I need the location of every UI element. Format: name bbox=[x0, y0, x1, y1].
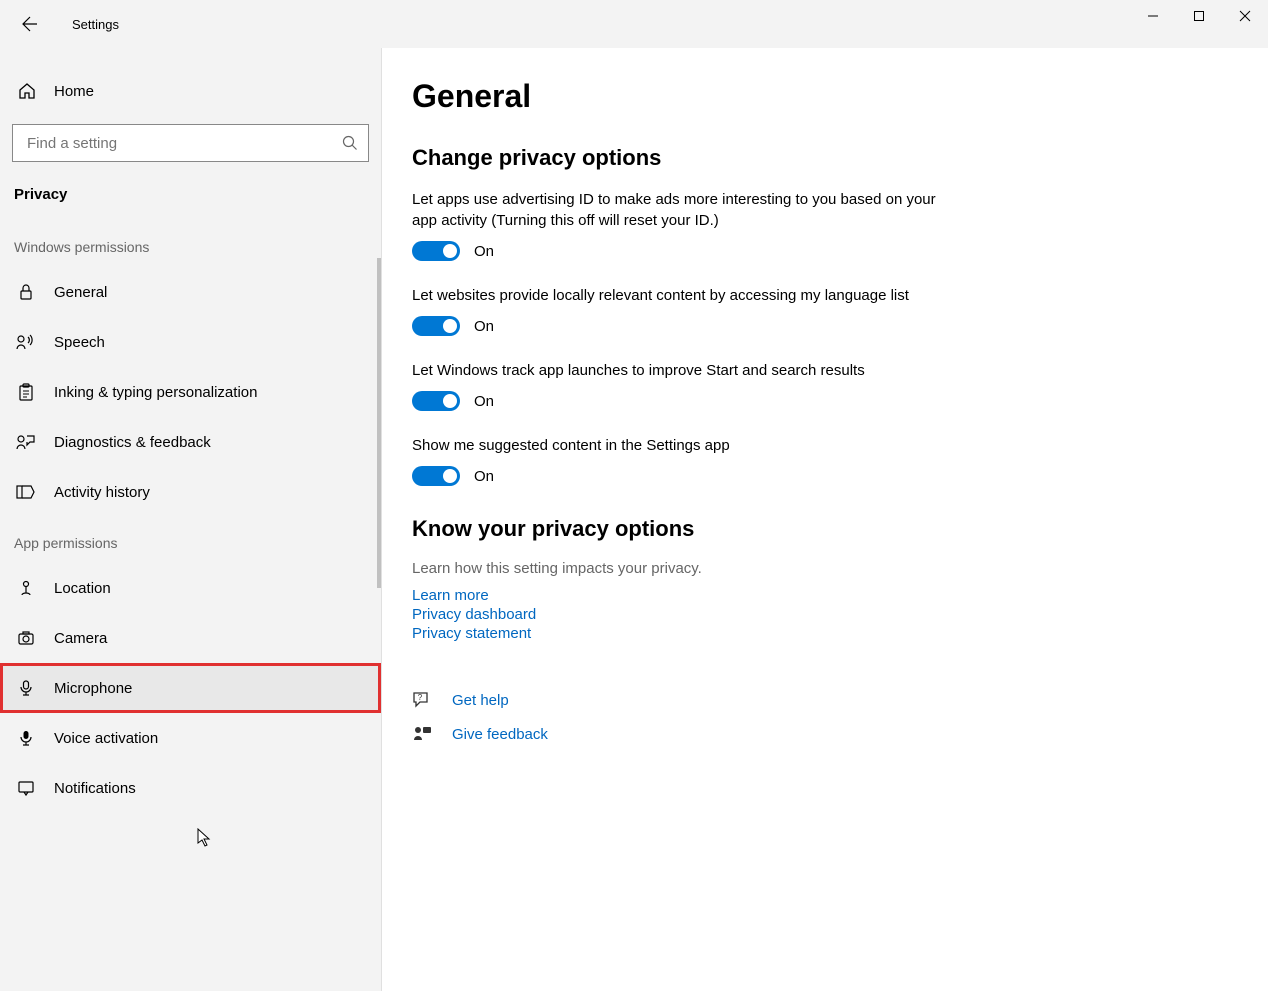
sidebar-item-label: Diagnostics & feedback bbox=[54, 434, 211, 451]
svg-text:?: ? bbox=[418, 693, 423, 702]
option-text: Let Windows track app launches to improv… bbox=[412, 360, 942, 381]
sidebar-item-voice-activation[interactable]: Voice activation bbox=[0, 713, 381, 763]
sidebar-item-activity-history[interactable]: Activity history bbox=[0, 467, 381, 517]
option-text: Show me suggested content in the Setting… bbox=[412, 435, 942, 456]
help-icon: ? bbox=[412, 690, 436, 710]
clipboard-icon bbox=[16, 383, 36, 401]
camera-icon bbox=[16, 629, 36, 647]
link-privacy-dashboard[interactable]: Privacy dashboard bbox=[412, 606, 1228, 623]
link-learn-more[interactable]: Learn more bbox=[412, 587, 1228, 604]
option-text: Let websites provide locally relevant co… bbox=[412, 285, 942, 306]
category-title: Privacy bbox=[0, 180, 381, 221]
minimize-button[interactable] bbox=[1130, 0, 1176, 32]
home-icon bbox=[18, 82, 36, 100]
sidebar-item-diagnostics[interactable]: Diagnostics & feedback bbox=[0, 417, 381, 467]
group-header-windows-permissions: Windows permissions bbox=[0, 221, 381, 267]
minimize-icon bbox=[1147, 10, 1159, 22]
group-header-app-permissions: App permissions bbox=[0, 517, 381, 563]
know-desc: Learn how this setting impacts your priv… bbox=[412, 560, 1228, 577]
know-header: Know your privacy options bbox=[412, 516, 1228, 542]
location-icon bbox=[16, 579, 36, 597]
sidebar-item-general[interactable]: General bbox=[0, 267, 381, 317]
page-title: General bbox=[412, 78, 1228, 115]
sidebar-item-speech[interactable]: Speech bbox=[0, 317, 381, 367]
toggle-row-language-list: On bbox=[412, 316, 1228, 336]
maximize-icon bbox=[1193, 10, 1205, 22]
home-nav[interactable]: Home bbox=[0, 72, 381, 110]
sidebar-item-camera[interactable]: Camera bbox=[0, 613, 381, 663]
toggle-row-track-launches: On bbox=[412, 391, 1228, 411]
give-feedback-row[interactable]: Give feedback bbox=[412, 724, 1228, 744]
sidebar-item-location[interactable]: Location bbox=[0, 563, 381, 613]
notifications-icon bbox=[16, 779, 36, 797]
toggle-advertising-id[interactable] bbox=[412, 241, 460, 261]
arrow-left-icon bbox=[22, 16, 38, 32]
toggle-state-label: On bbox=[474, 318, 494, 335]
maximize-button[interactable] bbox=[1176, 0, 1222, 32]
toggle-track-launches[interactable] bbox=[412, 391, 460, 411]
close-icon bbox=[1239, 10, 1251, 22]
sidebar-item-label: Notifications bbox=[54, 780, 136, 797]
close-button[interactable] bbox=[1222, 0, 1268, 32]
search-box[interactable] bbox=[12, 124, 369, 162]
search-icon bbox=[342, 135, 358, 151]
sidebar-item-label: Speech bbox=[54, 334, 105, 351]
search-input[interactable] bbox=[27, 135, 342, 152]
feedback-icon bbox=[16, 433, 36, 451]
toggle-row-advertising-id: On bbox=[412, 241, 1228, 261]
toggle-suggested-content[interactable] bbox=[412, 466, 460, 486]
main-content: General Change privacy options Let apps … bbox=[382, 48, 1268, 991]
sidebar-item-label: Microphone bbox=[54, 680, 132, 697]
sidebar-item-inking[interactable]: Inking & typing personalization bbox=[0, 367, 381, 417]
history-icon bbox=[16, 483, 36, 501]
speech-icon bbox=[16, 333, 36, 351]
sidebar-item-label: General bbox=[54, 284, 107, 301]
titlebar: Settings bbox=[0, 0, 1268, 48]
toggle-state-label: On bbox=[474, 243, 494, 260]
caption-controls bbox=[1130, 0, 1268, 32]
help-section: ? Get help Give feedback bbox=[412, 690, 1228, 744]
link-privacy-statement[interactable]: Privacy statement bbox=[412, 625, 1228, 642]
home-label: Home bbox=[54, 83, 94, 100]
sidebar: Home Privacy Windows permissions General… bbox=[0, 48, 382, 991]
sidebar-item-label: Inking & typing personalization bbox=[54, 384, 257, 401]
toggle-state-label: On bbox=[474, 393, 494, 410]
sidebar-item-label: Location bbox=[54, 580, 111, 597]
get-help-row[interactable]: ? Get help bbox=[412, 690, 1228, 710]
voice-icon bbox=[16, 729, 36, 747]
microphone-icon bbox=[16, 679, 36, 697]
know-section: Know your privacy options Learn how this… bbox=[412, 516, 1228, 642]
options-header: Change privacy options bbox=[412, 145, 1228, 171]
sidebar-item-notifications[interactable]: Notifications bbox=[0, 763, 381, 813]
sidebar-item-microphone[interactable]: Microphone bbox=[0, 663, 381, 713]
sidebar-item-label: Camera bbox=[54, 630, 107, 647]
option-text: Let apps use advertising ID to make ads … bbox=[412, 189, 942, 231]
link-give-feedback[interactable]: Give feedback bbox=[452, 726, 548, 743]
sidebar-item-label: Activity history bbox=[54, 484, 150, 501]
feedback-person-icon bbox=[412, 724, 436, 744]
toggle-state-label: On bbox=[474, 468, 494, 485]
lock-icon bbox=[16, 283, 36, 301]
toggle-language-list[interactable] bbox=[412, 316, 460, 336]
sidebar-item-label: Voice activation bbox=[54, 730, 158, 747]
link-get-help[interactable]: Get help bbox=[452, 692, 509, 709]
toggle-row-suggested-content: On bbox=[412, 466, 1228, 486]
back-button[interactable] bbox=[18, 12, 42, 36]
app-title: Settings bbox=[72, 17, 119, 32]
